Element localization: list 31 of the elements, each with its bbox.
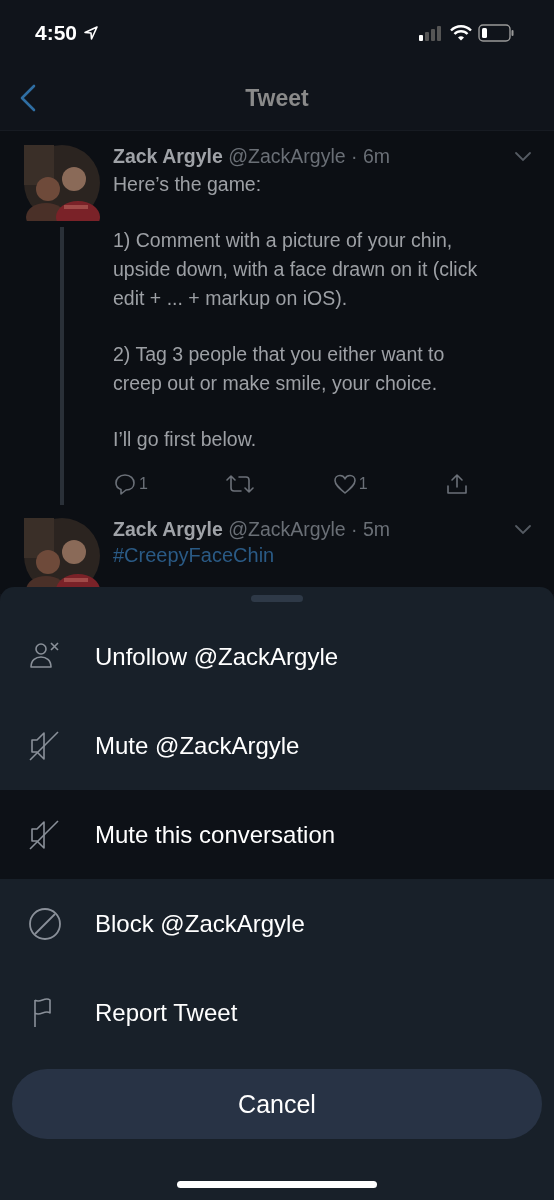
heart-icon[interactable] [332,472,357,496]
muted-speaker-icon [28,817,62,852]
menu-item[interactable]: Block @ZackArgyle [0,879,554,968]
tweet-text: Here’s the game: [113,172,263,197]
menu-item[interactable]: Unfollow @ZackArgyle [0,612,554,701]
battery-icon [478,24,514,42]
share-icon[interactable] [445,472,469,496]
retweet-icon[interactable] [225,472,256,496]
muted-speaker-icon [28,728,62,763]
menu-item[interactable]: Mute @ZackArgyle [0,701,554,790]
back-icon[interactable] [18,84,38,112]
chevron-down-icon[interactable] [514,151,532,163]
screen-title: Tweet [245,84,309,112]
menu-item[interactable]: Mute this conversation [0,790,554,879]
tweet-text: 2) Tag 3 people that you either want to creep out or make smile, your choice. [113,342,446,396]
chevron-down-icon[interactable] [514,524,532,536]
like-count: 1 [358,475,368,493]
tweet-text: 1) Comment with a picture of your chin, upside down, with a face drawn on it (click edit + ... + markup on iOS). [113,228,479,311]
tweet-header: Zack Argyle @ZackArgyle · 5m [113,518,390,541]
location-arrow-icon [83,25,100,41]
block-icon [28,906,62,941]
reply-icon[interactable] [113,472,137,496]
tweet-header: Zack Argyle @ZackArgyle · 6m [113,145,390,168]
menu-item[interactable]: Report Tweet [0,968,554,1057]
tweet-text: I’ll go first below. [113,427,258,452]
reply-count: 1 [139,475,148,493]
wifi-icon [450,25,472,41]
clock-time: 4:50 [35,21,78,45]
cancel-button[interactable]: Cancel [12,1069,542,1139]
sheet-handle[interactable] [251,595,303,602]
signal-icon [418,25,444,41]
